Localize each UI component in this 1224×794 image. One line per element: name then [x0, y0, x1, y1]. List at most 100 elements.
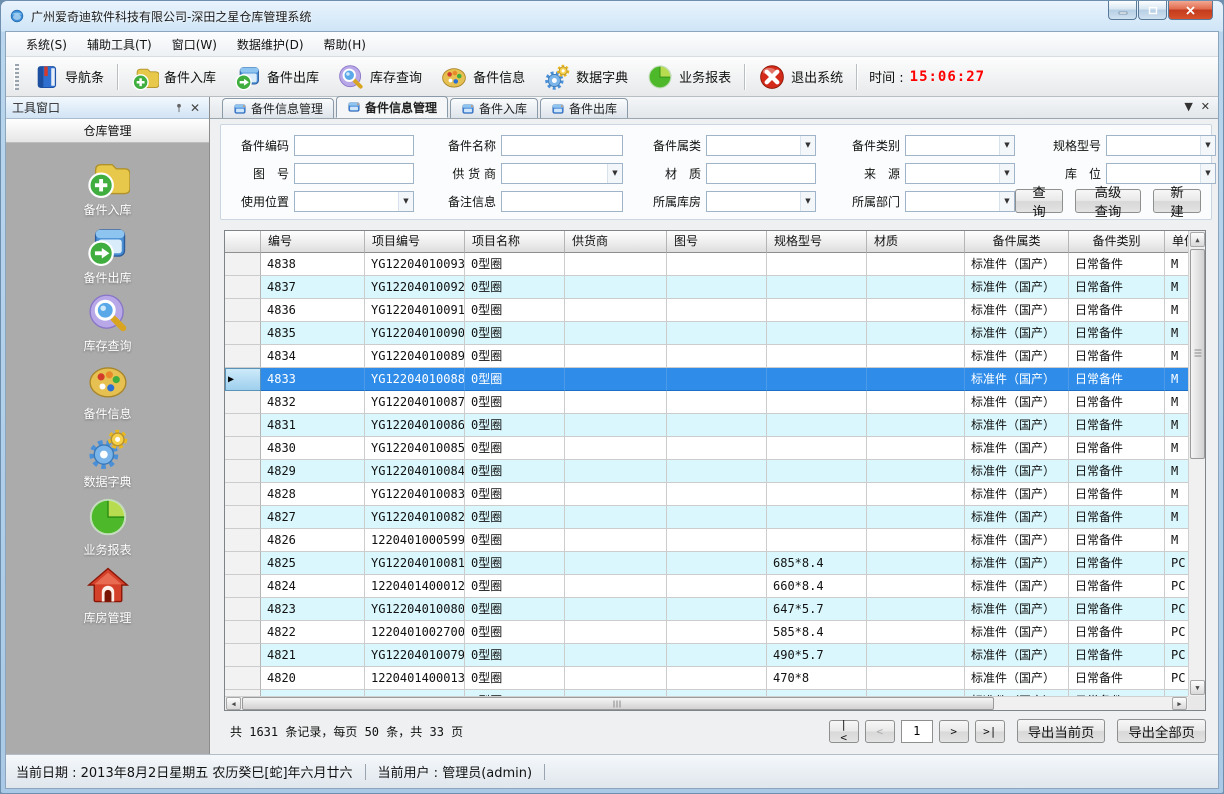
advanced-query-button[interactable]: 高级查询 [1075, 189, 1141, 213]
toolbar-button-parts-info[interactable]: 备件信息 [431, 59, 534, 95]
row-selector[interactable] [225, 644, 261, 667]
export-current-page-button[interactable]: 导出当前页 [1017, 719, 1106, 743]
table-row[interactable]: 482012204014000130型圈470*8标准件（国产）日常备件PC [225, 667, 1188, 690]
table-row[interactable]: 4836YG122040100910型圈标准件（国产）日常备件M [225, 299, 1188, 322]
form-input[interactable] [501, 135, 623, 156]
query-button[interactable]: 查询 [1015, 189, 1063, 213]
sidebar-item-parts-info[interactable]: 备件信息 [48, 359, 168, 427]
table-row[interactable]: 4837YG122040100920型圈标准件（国产）日常备件M [225, 276, 1188, 299]
row-selector[interactable] [225, 598, 261, 621]
table-row[interactable]: 4838YG122040100930型圈标准件（国产）日常备件M [225, 253, 1188, 276]
form-input[interactable] [706, 163, 816, 184]
table-row[interactable]: 4821YG122040100790型圈490*5.7标准件（国产）日常备件PC [225, 644, 1188, 667]
tab-list-dropdown-icon[interactable]: ▼ [1184, 100, 1192, 113]
close-button[interactable] [1168, 1, 1213, 20]
scroll-up-icon[interactable]: ▲ [1190, 232, 1205, 247]
toolbar-button-stock-query[interactable]: 库存查询 [328, 59, 431, 95]
column-header[interactable]: 材质 [867, 231, 965, 253]
sidebar-item-data-dict[interactable]: 数据字典 [48, 427, 168, 495]
tab-active[interactable]: 备件信息管理 [336, 96, 448, 118]
tab[interactable]: 备件信息管理 [222, 98, 334, 118]
last-page-button[interactable]: >| [975, 720, 1005, 743]
table-row[interactable]: 4831YG122040100860型圈标准件（国产）日常备件M [225, 414, 1188, 437]
row-selector[interactable] [225, 276, 261, 299]
row-selector[interactable] [225, 414, 261, 437]
chevron-down-icon[interactable]: ▼ [800, 192, 815, 211]
chevron-down-icon[interactable]: ▼ [398, 192, 413, 211]
menu-item[interactable]: 窗口(W) [162, 33, 227, 56]
page-number-input[interactable] [901, 720, 933, 743]
row-selector[interactable] [225, 391, 261, 414]
panel-close-button[interactable]: ✕ [187, 100, 203, 116]
column-header[interactable]: 项目名称 [465, 231, 565, 253]
maximize-button[interactable] [1138, 1, 1167, 20]
form-combobox[interactable]: ▼ [1106, 135, 1216, 156]
column-header[interactable]: 供货商 [565, 231, 667, 253]
menu-item[interactable]: 辅助工具(T) [77, 33, 162, 56]
row-selector[interactable] [225, 552, 261, 575]
scroll-right-icon[interactable]: ▶ [1172, 697, 1187, 710]
column-header[interactable]: 规格型号 [767, 231, 867, 253]
chevron-down-icon[interactable]: ▼ [999, 164, 1014, 183]
chevron-down-icon[interactable]: ▼ [999, 192, 1014, 211]
form-combobox[interactable]: ▼ [501, 163, 623, 184]
row-selector[interactable] [225, 506, 261, 529]
table-row[interactable]: 4835YG122040100900型圈标准件（国产）日常备件M [225, 322, 1188, 345]
column-header[interactable]: 项目编号 [365, 231, 465, 253]
menu-item[interactable]: 系统(S) [16, 33, 77, 56]
form-combobox[interactable]: ▼ [706, 191, 816, 212]
column-header[interactable]: 备件属类 [965, 231, 1069, 253]
column-header[interactable]: 图号 [667, 231, 767, 253]
chevron-down-icon[interactable]: ▼ [1200, 164, 1215, 183]
form-combobox[interactable]: ▼ [905, 191, 1015, 212]
chevron-down-icon[interactable]: ▼ [607, 164, 622, 183]
menu-item[interactable]: 数据维护(D) [227, 33, 314, 56]
tab[interactable]: 备件出库 [540, 98, 628, 118]
row-selector[interactable] [225, 437, 261, 460]
column-header[interactable]: 编号 [261, 231, 365, 253]
table-row[interactable]: 4827YG122040100820型圈标准件（国产）日常备件M [225, 506, 1188, 529]
horizontal-scrollbar[interactable]: ◀ ▶ [225, 696, 1188, 710]
toolbar-button-exit[interactable]: 退出系统 [749, 59, 852, 95]
vertical-scrollbar-thumb[interactable] [1190, 249, 1205, 459]
toolbar-button-parts-outbound[interactable]: 备件出库 [225, 59, 328, 95]
form-combobox[interactable]: ▼ [1106, 163, 1216, 184]
table-row[interactable]: 4832YG122040100870型圈标准件（国产）日常备件M [225, 391, 1188, 414]
sidebar-item-report[interactable]: 业务报表 [48, 495, 168, 563]
toolbar-button-parts-inbound[interactable]: 备件入库 [122, 59, 225, 95]
row-selector[interactable] [225, 322, 261, 345]
toolbar-button-navbar-book[interactable]: 导航条 [23, 59, 113, 95]
row-selector[interactable] [225, 575, 261, 598]
column-header[interactable]: 单位 [1165, 231, 1188, 253]
tab[interactable]: 备件入库 [450, 98, 538, 118]
form-combobox[interactable]: ▼ [706, 135, 816, 156]
form-combobox[interactable]: ▼ [905, 163, 1015, 184]
scroll-left-icon[interactable]: ◀ [226, 697, 241, 710]
chevron-down-icon[interactable]: ▼ [1200, 136, 1215, 155]
row-selector[interactable] [225, 621, 261, 644]
table-row[interactable]: 4830YG122040100850型圈标准件（国产）日常备件M [225, 437, 1188, 460]
vertical-scrollbar[interactable]: ▲ ▼ [1188, 231, 1205, 696]
row-selector[interactable] [225, 299, 261, 322]
table-row[interactable]: 482612204010005990型圈标准件（国产）日常备件M [225, 529, 1188, 552]
table-row[interactable]: 4828YG122040100830型圈标准件（国产）日常备件M [225, 483, 1188, 506]
prev-page-button[interactable]: < [865, 720, 895, 743]
row-selector[interactable] [225, 460, 261, 483]
row-selector[interactable] [225, 253, 261, 276]
toolbar-button-report[interactable]: 业务报表 [637, 59, 740, 95]
pin-button[interactable] [171, 100, 187, 116]
row-selector[interactable] [225, 345, 261, 368]
chevron-down-icon[interactable]: ▼ [800, 136, 815, 155]
table-row[interactable]: 4825YG122040100810型圈685*8.4标准件（国产）日常备件PC [225, 552, 1188, 575]
table-row-selected[interactable]: ▶4833YG122040100880型圈标准件（国产）日常备件M [225, 368, 1188, 391]
new-button[interactable]: 新建 [1153, 189, 1201, 213]
row-selector[interactable] [225, 667, 261, 690]
sidebar-item-warehouse-home[interactable]: 库房管理 [48, 563, 168, 631]
table-row[interactable]: 482412204014000120型圈660*8.4标准件（国产）日常备件PC [225, 575, 1188, 598]
row-selector-arrow-icon[interactable]: ▶ [225, 368, 261, 391]
warehouse-group-header[interactable]: 仓库管理 [6, 119, 209, 143]
table-row[interactable]: 4823YG122040100800型圈647*5.7标准件（国产）日常备件PC [225, 598, 1188, 621]
table-row[interactable]: 482212204010027000型圈585*8.4标准件（国产）日常备件PC [225, 621, 1188, 644]
export-all-pages-button[interactable]: 导出全部页 [1117, 719, 1206, 743]
table-row[interactable]: 4834YG122040100890型圈标准件（国产）日常备件M [225, 345, 1188, 368]
